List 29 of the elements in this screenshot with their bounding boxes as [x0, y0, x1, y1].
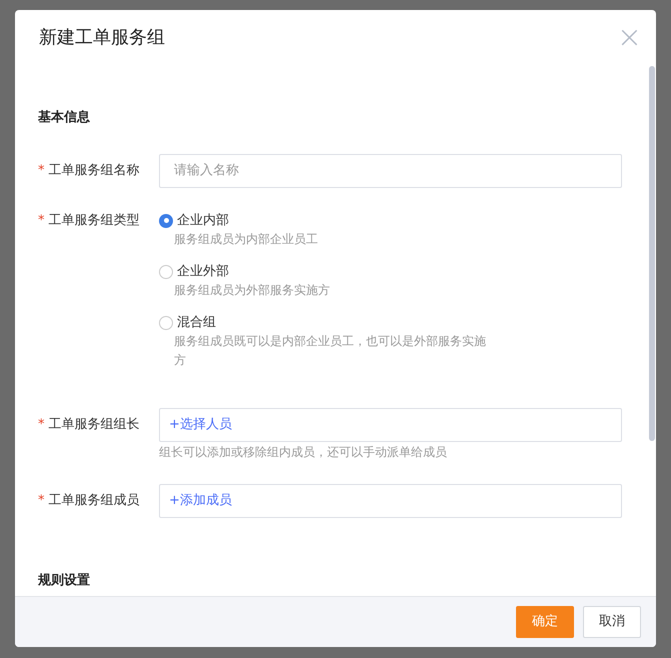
radio-button[interactable] — [159, 214, 173, 228]
required-mark: * — [38, 416, 44, 434]
people-picker-field[interactable]: +选择人员 — [159, 408, 622, 442]
dialog-title: 新建工单服务组 — [39, 26, 165, 50]
option-description: 服务组成员为内部企业员工 — [174, 230, 319, 248]
required-mark: * — [38, 212, 44, 230]
radio-label: 企业外部 — [177, 262, 229, 280]
required-mark: * — [38, 492, 44, 510]
radio-button[interactable] — [159, 316, 173, 330]
radio-label: 企业内部 — [177, 212, 229, 230]
field-label: 工单服务组组长 — [48, 416, 140, 434]
field-label: 工单服务组名称 — [48, 162, 140, 180]
add-link[interactable]: +添加成员 — [169, 490, 232, 510]
section-title: 基本信息 — [38, 109, 91, 127]
name-input-field[interactable]: 请输入名称 — [159, 154, 622, 188]
option-description: 服务组成员为外部服务实施方 — [174, 282, 331, 298]
required-mark: * — [38, 162, 44, 180]
people-picker-field[interactable]: +添加成员 — [159, 484, 622, 518]
field-label: 工单服务组类型 — [48, 212, 140, 230]
field-hint: 组长可以添加或移除组内成员，还可以手动派单给成员 — [159, 444, 448, 460]
cancel-button[interactable]: 取消 — [583, 606, 641, 638]
section-title: 规则设置 — [38, 572, 91, 590]
confirm-button[interactable]: 确定 — [516, 606, 574, 638]
radio-label: 混合组 — [177, 314, 216, 332]
add-link[interactable]: +选择人员 — [169, 414, 232, 434]
scrollbar[interactable] — [649, 66, 655, 441]
option-description: 服务组成员既可以是内部企业员工，也可以是外部服务实施方 — [174, 332, 487, 368]
radio-button[interactable] — [159, 264, 173, 278]
field-label: 工单服务组成员 — [48, 492, 140, 510]
